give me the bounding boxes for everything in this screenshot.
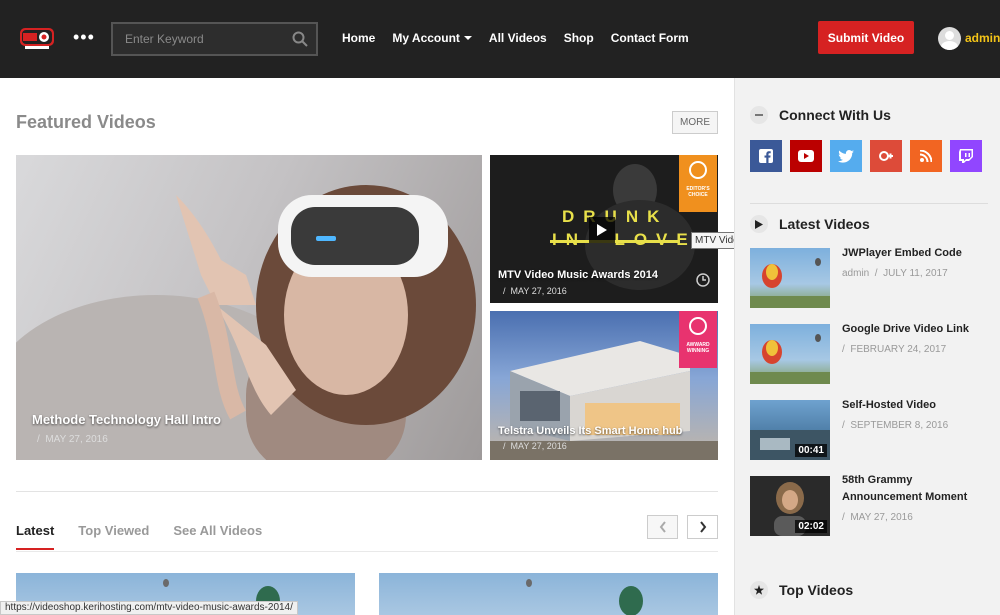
search-input[interactable]	[113, 24, 283, 54]
author-link[interactable]: admin	[842, 268, 869, 279]
balloon-image	[750, 334, 830, 384]
balloon-image	[750, 258, 830, 308]
active-tab-underline	[16, 548, 54, 550]
main-nav: Home My Account All Videos Shop Contact …	[342, 31, 706, 45]
tab-see-all-videos[interactable]: See All Videos	[173, 523, 262, 538]
play-triangle	[597, 224, 607, 236]
nav-shop[interactable]: Shop	[564, 31, 594, 45]
latest-video-thumbnail[interactable]: 02:02	[750, 476, 830, 536]
date-text: JULY 11, 2017	[883, 268, 948, 279]
star-icon	[750, 581, 768, 599]
latest-video-title[interactable]: Google Drive Video Link	[842, 321, 987, 338]
user-name-link[interactable]: admin	[965, 31, 1000, 45]
date-text: MAY 27, 2016	[45, 434, 108, 445]
prev-button[interactable]	[647, 515, 678, 539]
twitch-icon[interactable]	[950, 140, 982, 172]
latest-video-meta: / MAY 27, 2016	[842, 512, 913, 523]
date-text: MAY 27, 2016	[850, 512, 913, 523]
tab-latest[interactable]: Latest	[16, 523, 54, 538]
video-duration: 00:41	[795, 444, 827, 457]
video-thumbnail[interactable]	[379, 573, 718, 615]
featured-video-title[interactable]: Telstra Unveils Its Smart Home hub	[498, 425, 682, 437]
rss-icon[interactable]	[910, 140, 942, 172]
nav-all-videos[interactable]: All Videos	[489, 31, 547, 45]
sidebar-divider	[750, 203, 988, 204]
connect-with-us-heading: Connect With Us	[750, 106, 891, 124]
featured-videos-title: Featured Videos	[16, 112, 156, 132]
site-logo[interactable]	[17, 24, 57, 52]
date-text: SEPTEMBER 8, 2016	[850, 420, 949, 431]
latest-video-title[interactable]: 58th Grammy Announcement Moment	[842, 472, 987, 506]
more-button[interactable]: MORE	[672, 111, 718, 134]
date-text: MAY 27, 2016	[510, 286, 567, 296]
featured-video-date: / MAY 27, 2016	[503, 286, 567, 296]
latest-video-title[interactable]: JWPlayer Embed Code	[842, 245, 987, 262]
tab-top-viewed[interactable]: Top Viewed	[78, 523, 149, 538]
nav-home[interactable]: Home	[342, 31, 375, 45]
nav-my-account-label: My Account	[392, 31, 460, 45]
play-icon[interactable]	[589, 217, 615, 243]
tab-divider	[16, 551, 718, 552]
google-plus-icon[interactable]	[870, 140, 902, 172]
latest-video-title[interactable]: Self-Hosted Video	[842, 397, 987, 414]
featured-video-title[interactable]: Methode Technology Hall Intro	[32, 412, 221, 427]
date-text: MAY 27, 2016	[510, 441, 567, 451]
submit-video-button[interactable]: Submit Video	[818, 21, 914, 54]
next-button[interactable]	[687, 515, 718, 539]
editors-choice-badge: EDITOR'S CHOICE	[679, 155, 717, 212]
video-overlay-text: IN LOVE	[552, 230, 697, 249]
heading-text: Connect With Us	[779, 107, 891, 123]
site-header: ••• Home My Account All Videos Shop Cont…	[0, 0, 1000, 78]
play-circle-icon	[750, 215, 768, 233]
featured-video-title[interactable]: MTV Video Music Awards 2014	[498, 269, 658, 281]
date-text: FEBRUARY 24, 2017	[850, 344, 947, 355]
section-divider	[16, 491, 718, 492]
chevron-left-icon	[659, 521, 666, 533]
latest-video-meta: / SEPTEMBER 8, 2016	[842, 420, 949, 431]
trophy-icon	[689, 317, 707, 335]
top-videos-heading: Top Videos	[750, 581, 853, 599]
facebook-icon[interactable]	[750, 140, 782, 172]
nav-contact-form[interactable]: Contact Form	[611, 31, 689, 45]
featured-video-date: / MAY 27, 2016	[37, 434, 108, 445]
chevron-right-icon	[699, 521, 706, 533]
video-duration: 02:02	[795, 520, 827, 533]
search-icon[interactable]	[292, 31, 308, 47]
status-bar-url: https://videoshop.kerihosting.com/mtv-vi…	[0, 601, 298, 615]
clock-icon[interactable]	[696, 273, 710, 287]
latest-video-thumbnail[interactable]	[750, 324, 830, 384]
youtube-icon[interactable]	[790, 140, 822, 172]
latest-video-thumbnail[interactable]	[750, 248, 830, 308]
award-winning-badge: AWWARD WINNING	[679, 311, 717, 368]
chevron-down-icon	[463, 36, 472, 40]
minus-icon	[750, 106, 768, 124]
search-box	[111, 22, 318, 56]
twitter-icon[interactable]	[830, 140, 862, 172]
star-icon	[689, 161, 707, 179]
latest-video-meta: / FEBRUARY 24, 2017	[842, 344, 947, 355]
latest-video-thumbnail[interactable]: 00:41	[750, 400, 830, 460]
featured-video-card[interactable]: DRUNK IN LOVE EDITOR'S CHOICE MTV Video M…	[490, 155, 718, 303]
featured-video-card[interactable]: Methode Technology Hall Intro / MAY 27, …	[16, 155, 482, 460]
heading-text: Latest Videos	[779, 216, 870, 232]
latest-videos-heading: Latest Videos	[750, 215, 870, 233]
latest-video-meta: admin / JULY 11, 2017	[842, 268, 948, 279]
nav-my-account[interactable]: My Account	[392, 31, 472, 45]
balloon-image	[526, 579, 643, 615]
video-tabs: Latest Top Viewed See All Videos	[16, 523, 286, 538]
more-menu-icon[interactable]: •••	[73, 27, 95, 47]
featured-video-card[interactable]: AWWARD WINNING Telstra Unveils Its Smart …	[490, 311, 718, 460]
avatar[interactable]	[938, 27, 961, 50]
featured-video-date: / MAY 27, 2016	[503, 441, 567, 451]
video-overlay-text: DRUNK	[562, 207, 669, 226]
heading-text: Top Videos	[779, 582, 854, 598]
